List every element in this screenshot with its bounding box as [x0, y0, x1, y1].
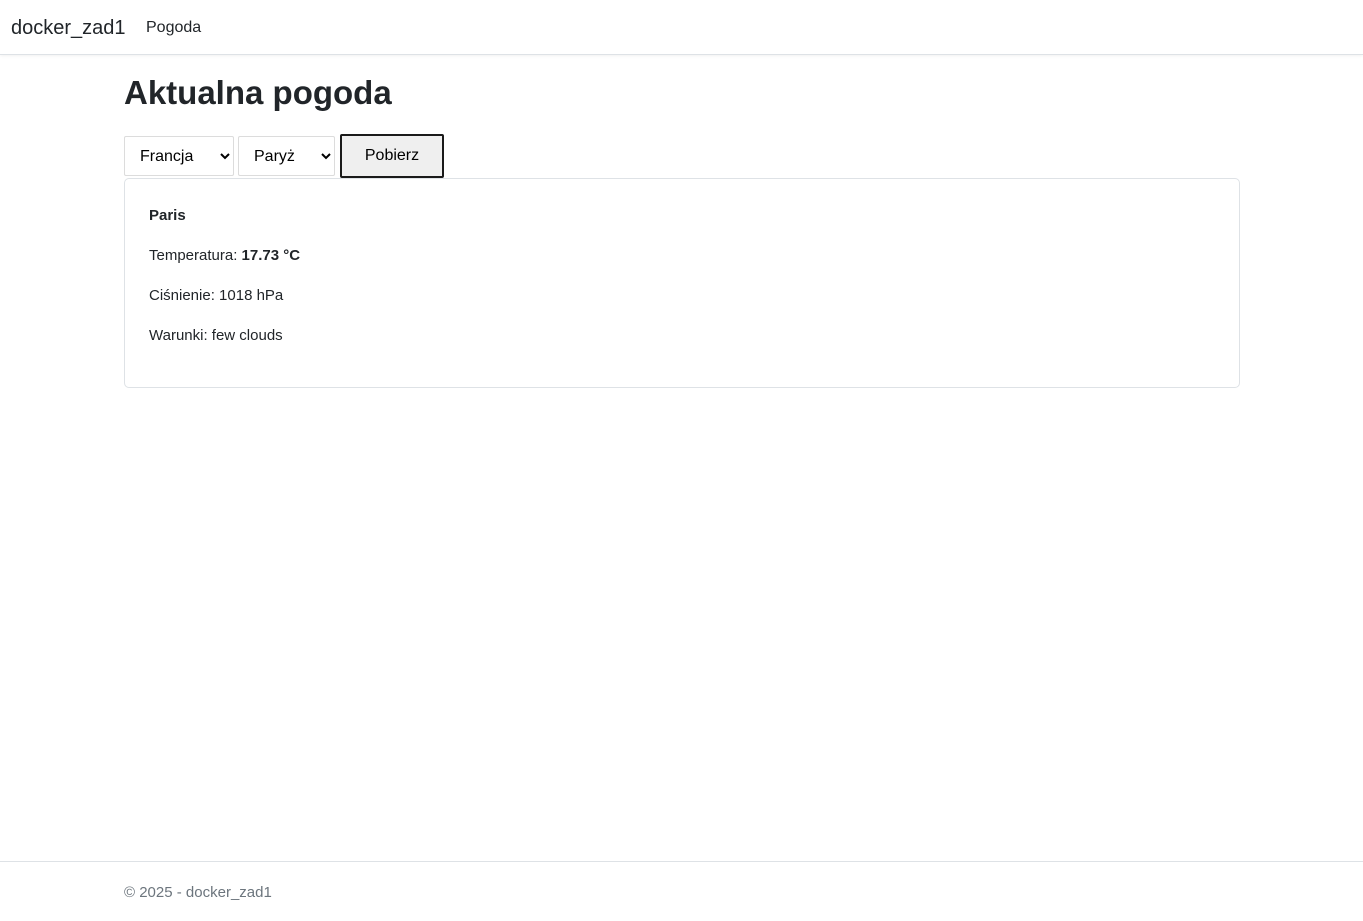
footer-copyright: © 2025 - docker_zad1	[124, 884, 272, 901]
city-name: Paris	[149, 207, 186, 224]
pressure-label: Ciśnienie:	[149, 287, 220, 304]
conditions-row: Warunki: few clouds	[149, 326, 283, 346]
footer: © 2025 - docker_zad1	[0, 861, 1363, 921]
conditions-label: Warunki:	[149, 327, 212, 344]
navbar: docker_zad1 Pogoda	[0, 0, 1363, 55]
conditions-value: few clouds	[211, 327, 283, 344]
city-select[interactable]: Paryż	[238, 136, 335, 176]
fetch-button[interactable]: Pobierz	[340, 134, 444, 178]
weather-card: Paris Temperatura: 17.73 °C Ciśnienie: 1…	[124, 178, 1240, 388]
temperature-label: Temperatura:	[149, 247, 242, 264]
navbar-brand[interactable]: docker_zad1	[11, 15, 126, 41]
page-title: Aktualna pogoda	[124, 74, 392, 111]
pressure-row: Ciśnienie: 1018 hPa	[149, 286, 283, 306]
nav-link-pogoda[interactable]: Pogoda	[146, 18, 201, 38]
temperature-row: Temperatura: 17.73 °C	[149, 246, 300, 266]
temperature-value: 17.73 °C	[241, 247, 301, 264]
pressure-value: 1018 hPa	[219, 287, 284, 304]
country-select[interactable]: Francja	[124, 136, 234, 176]
